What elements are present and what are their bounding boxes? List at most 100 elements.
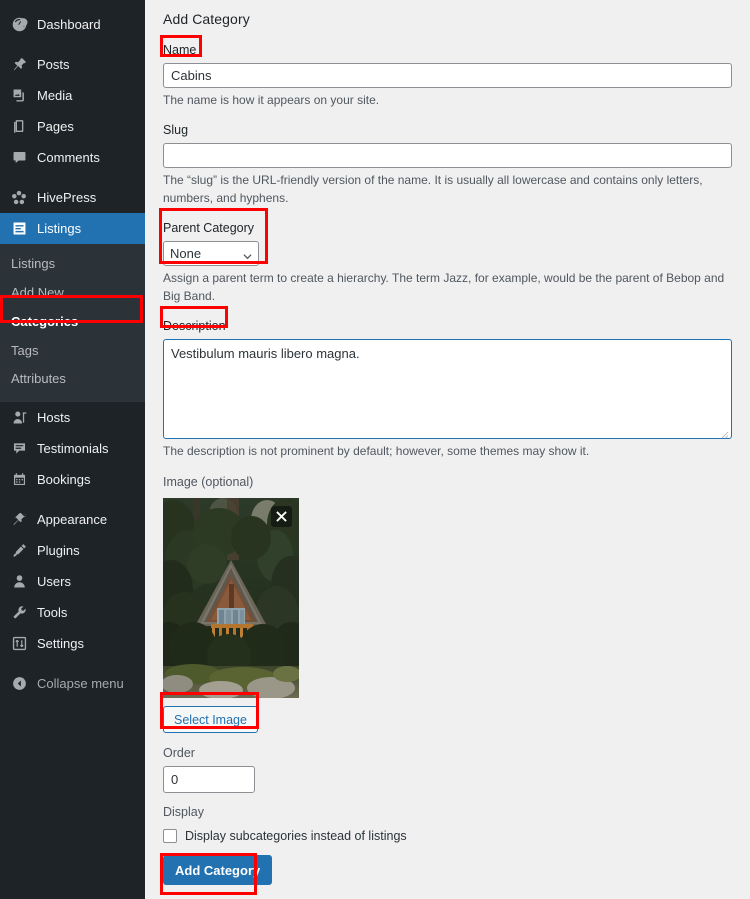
sidebar-item-label: Plugins xyxy=(37,543,80,559)
sidebar-item-label: Comments xyxy=(37,150,100,165)
submit-row: Add Category xyxy=(163,855,732,886)
sidebar-gap-4 xyxy=(0,659,145,668)
select-image-row: Select Image xyxy=(163,706,732,734)
hivepress-icon xyxy=(9,188,29,208)
users-icon xyxy=(9,572,29,592)
sidebar-item-label: Collapse menu xyxy=(37,676,124,692)
sidebar-item-label: Appearance xyxy=(37,512,108,528)
sidebar-item-label: Settings xyxy=(37,636,84,652)
testimonials-icon xyxy=(9,439,29,459)
description-help-text: The description is not prominent by defa… xyxy=(163,443,590,458)
description-field-group: Description Vestibulum mauris libero mag… xyxy=(163,317,732,460)
display-field-group: Display Display subcategories instead of… xyxy=(163,803,732,844)
parent-category-value: None xyxy=(170,246,202,262)
sidebar-item-posts[interactable]: Posts xyxy=(0,49,145,80)
name-help-text: The name is how it appears on your site. xyxy=(163,93,380,107)
image-field-group: Image (optional) Select Image xyxy=(163,473,732,734)
sidebar-item-plugins[interactable]: Plugins xyxy=(0,535,145,566)
display-subcategories-checkbox[interactable] xyxy=(163,829,177,844)
description-textarea[interactable]: Vestibulum mauris libero magna. xyxy=(163,338,732,440)
sidebar-item-listings[interactable]: Listings xyxy=(0,213,153,244)
sidebar-item-tools[interactable]: Tools xyxy=(0,597,145,628)
sidebar-item-label: Tools xyxy=(37,605,68,621)
sidebar-item-dashboard[interactable]: Dashboard xyxy=(0,9,145,40)
order-input[interactable]: 0 xyxy=(163,766,255,794)
sidebar-item-users[interactable]: Users xyxy=(0,566,145,597)
chevron-down-icon xyxy=(243,249,252,260)
page-title: Add Category xyxy=(163,11,250,27)
name-label: Name xyxy=(163,43,197,57)
sidebar-gap-2 xyxy=(0,173,145,182)
sidebar-item-label: HivePress xyxy=(37,190,97,205)
sidebar-item-hosts[interactable]: Hosts xyxy=(0,402,145,433)
parent-category-label: Parent Category xyxy=(163,221,255,236)
sidebar-item-label: Users xyxy=(37,574,71,590)
parent-category-group: Parent Category None Assign a parent ter… xyxy=(163,219,732,305)
sidebar-item-label: Dashboard xyxy=(37,17,101,32)
comments-icon xyxy=(9,148,29,168)
sidebar-item-media[interactable]: Media xyxy=(0,80,145,111)
parent-category-select[interactable]: None xyxy=(163,241,259,267)
sidebar-subitem-listings[interactable]: Listings xyxy=(0,250,145,279)
sidebar-item-label: Hosts xyxy=(37,410,71,426)
display-label: Display xyxy=(163,805,204,820)
sidebar-item-comments[interactable]: Comments xyxy=(0,142,145,173)
slug-help-text: The “slug” is the URL-friendly version o… xyxy=(163,173,703,205)
sidebar-item-label: Testimonials xyxy=(37,441,109,457)
pages-icon xyxy=(9,117,29,137)
name-field-group: Name Cabins The name is how it appears o… xyxy=(163,41,732,109)
name-input[interactable]: Cabins xyxy=(163,63,732,88)
image-label: Image (optional) xyxy=(163,475,254,490)
sidebar-subitem-tags[interactable]: Tags xyxy=(0,337,145,366)
settings-icon xyxy=(9,634,29,654)
sidebar-item-hivepress[interactable]: HivePress xyxy=(0,182,145,213)
image-thumbnail[interactable] xyxy=(163,498,299,699)
listings-submenu: Listings Add New Categories Tags Attribu… xyxy=(0,244,145,403)
pin-icon xyxy=(9,55,29,75)
appearance-icon xyxy=(9,510,29,530)
collapse-icon xyxy=(9,674,29,694)
sidebar-item-settings[interactable]: Settings xyxy=(0,628,145,659)
description-label: Description xyxy=(163,318,226,333)
description-value: Vestibulum mauris libero magna. xyxy=(171,345,360,361)
sidebar-subitem-attributes[interactable]: Attributes xyxy=(0,365,145,394)
sidebar-item-label: Listings xyxy=(37,221,82,236)
plugins-icon xyxy=(9,541,29,561)
slug-input[interactable] xyxy=(163,143,732,169)
resize-handle[interactable] xyxy=(720,427,729,440)
parent-category-help-text: Assign a parent term to create a hierarc… xyxy=(163,271,725,303)
sidebar-item-label: Media xyxy=(37,88,73,103)
sidebar-item-pages[interactable]: Pages xyxy=(0,111,145,142)
order-field-group: Order 0 xyxy=(163,744,732,794)
dashboard-icon xyxy=(9,15,29,35)
sidebar-item-label: Posts xyxy=(37,57,70,72)
sidebar-gap-3 xyxy=(0,495,145,504)
sidebar-item-categories[interactable]: Categories xyxy=(0,308,145,337)
listings-icon xyxy=(9,219,29,239)
sidebar-subitem-add-new[interactable]: Add New xyxy=(0,279,145,308)
cabin-forest-photo xyxy=(163,498,299,699)
hosts-icon xyxy=(9,408,29,428)
media-icon xyxy=(9,86,29,106)
display-subcategories-label: Display subcategories instead of listing… xyxy=(185,829,407,844)
order-input-value: 0 xyxy=(171,772,179,788)
slug-field-group: Slug The “slug” is the URL-friendly vers… xyxy=(163,121,732,207)
add-category-button[interactable]: Add Category xyxy=(163,855,273,886)
slug-label: Slug xyxy=(163,123,189,138)
sidebar-top-gap xyxy=(0,0,145,9)
sidebar-item-testimonials[interactable]: Testimonials xyxy=(0,433,145,464)
screen: Dashboard Posts Media Pages Comments Hiv… xyxy=(0,0,750,899)
sidebar-item-collapse-menu[interactable]: Collapse menu xyxy=(0,668,145,699)
display-subcategories-row: Display subcategories instead of listing… xyxy=(163,829,732,844)
order-label: Order xyxy=(163,746,195,761)
sidebar-item-label: Bookings xyxy=(37,472,91,488)
sidebar-gap-1 xyxy=(0,40,145,49)
admin-sidebar: Dashboard Posts Media Pages Comments Hiv… xyxy=(0,0,153,899)
remove-image-button[interactable] xyxy=(271,506,292,528)
sidebar-item-label: Pages xyxy=(37,119,74,134)
main-content: Add Category Name Cabins The name is how… xyxy=(145,0,750,899)
tools-icon xyxy=(9,603,29,623)
sidebar-item-bookings[interactable]: Bookings xyxy=(0,464,145,495)
select-image-button[interactable]: Select Image xyxy=(163,706,258,734)
sidebar-item-appearance[interactable]: Appearance xyxy=(0,504,145,535)
